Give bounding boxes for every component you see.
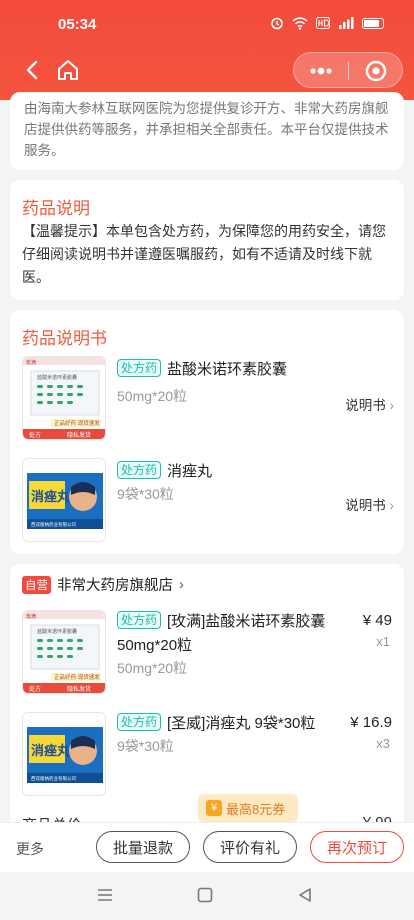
product-image-minocycline: 玫满 盐酸米诺环素胶囊 正品好药 现货速发 处方 隐私发货 <box>22 356 106 440</box>
status-bar: 05:34 <box>0 0 414 50</box>
box-maker: 西双版纳药业有限公司 <box>31 775 76 782</box>
manual-item-name-text: 盐酸米诺环素胶囊 <box>167 361 288 378</box>
order-item-price: ¥ 16.9 <box>350 714 392 731</box>
order-item-qty: x3 <box>376 736 390 751</box>
reorder-button[interactable]: 再次预订 <box>310 831 404 863</box>
manual-item[interactable]: 消痤丸 西双版纳药业有限公司 处方药 消痤丸 9袋*30粒 说明书 › <box>10 458 404 546</box>
bulk-refund-button[interactable]: 批量退款 <box>96 831 190 863</box>
miniprogram-capsule <box>293 52 403 88</box>
product-image-xiaocuowan: 消痤丸 西双版纳药业有限公司 <box>22 458 106 542</box>
alarm-icon <box>271 17 283 30</box>
coupon-label: 最高8元券 <box>226 801 286 817</box>
home-icon <box>58 60 78 80</box>
order-item-spec: 50mg*20粒 <box>117 660 188 676</box>
manual-item-name: 处方药 消痤丸 <box>117 460 212 481</box>
store-name: 非常大药房旗舰店 <box>57 578 173 594</box>
bottom-action-bar: 更多 批量退款 评价有礼 再次预订 <box>0 822 414 872</box>
rx-tag: 处方药 <box>117 461 162 479</box>
home-square-icon[interactable] <box>196 886 214 904</box>
order-item-qty: x1 <box>376 634 390 649</box>
capsule-more-button[interactable] <box>294 53 348 89</box>
box-pill-name: 消痤丸 <box>31 743 71 759</box>
box-pill-name: 消痤丸 <box>31 489 71 505</box>
box-brand-text: 玫满 <box>26 359 36 366</box>
order-item-spec: 9袋*30粒 <box>117 738 174 754</box>
drug-notice-card: 药品说明 【温馨提示】本单包含处方药，为保障您的用药安全，请您仔细阅读说明书并谨… <box>10 180 404 300</box>
service-intro-card: 由海南大参林互联网医院为您提供复诊开方、非常大药房旗舰店提供供药等服务，并承担相… <box>10 92 404 170</box>
drug-notice-title: 药品说明 <box>22 199 90 218</box>
self-operated-tag: 自营 <box>22 575 51 594</box>
more-dots-icon <box>310 67 332 75</box>
manual-link[interactable]: 说明书 › <box>345 394 394 414</box>
order-item-price: ¥ 49 <box>362 612 392 629</box>
chevron-left-icon <box>26 60 38 80</box>
menu-icon[interactable] <box>96 886 114 904</box>
product-image-minocycline: 玫满 盐酸米诺环素胶囊 正品好药 现货速发 处方 隐私发货 <box>22 610 106 694</box>
battery-icon <box>362 17 384 29</box>
manual-item-name-text: 消痤丸 <box>167 463 213 480</box>
product-image-xiaocuowan: 消痤丸 西双版纳药业有限公司 <box>22 712 106 796</box>
chevron-right-icon: › <box>389 498 395 513</box>
chevron-right-icon: › <box>179 576 184 593</box>
box-tag-rx: 处方 <box>29 685 41 693</box>
box-product-name: 盐酸米诺环素胶囊 <box>37 374 77 381</box>
box-maker: 西双版纳药业有限公司 <box>31 521 76 528</box>
manual-link[interactable]: 说明书 › <box>345 494 394 514</box>
close-circle-icon <box>365 60 387 82</box>
system-nav-bar <box>0 872 414 920</box>
order-item[interactable]: 消痤丸 西双版纳药业有限公司 处方药 [圣威]消痤丸 9袋*30粒 9袋*30粒 … <box>10 712 404 800</box>
rx-tag: 处方药 <box>117 611 162 629</box>
manual-item-spec: 9袋*30粒 <box>117 486 174 502</box>
service-intro-text: 由海南大参林互联网医院为您提供复诊开方、非常大药房旗舰店提供供药等服务，并承担相… <box>24 101 389 158</box>
nav-bar <box>0 50 414 92</box>
status-time: 05:34 <box>58 16 97 33</box>
manual-link-label: 说明书 <box>345 398 386 413</box>
coupon-badge[interactable]: ¥ 最高8元券 <box>198 794 298 822</box>
wifi-icon <box>292 16 308 30</box>
order-item-name-text: [圣威]消痤丸 9袋*30粒 <box>167 715 316 732</box>
yen-coupon-icon: ¥ <box>206 800 222 816</box>
status-icons <box>270 16 384 30</box>
signal-icon <box>339 17 354 29</box>
more-button[interactable]: 更多 <box>16 839 44 859</box>
box-tag-privacy: 隐私发货 <box>67 685 91 693</box>
review-button[interactable]: 评价有礼 <box>203 831 297 863</box>
box-slogan: 正品好药 现货速发 <box>54 419 100 427</box>
back-triangle-icon[interactable] <box>296 886 314 904</box>
box-product-name: 盐酸米诺环素胶囊 <box>37 628 77 635</box>
box-tag-privacy: 隐私发货 <box>67 431 91 439</box>
drug-manual-title: 药品说明书 <box>22 329 107 348</box>
manual-item[interactable]: 玫满 盐酸米诺环素胶囊 正品好药 现货速发 处方 隐私发货 处方药 盐酸米诺环素胶… <box>10 356 404 444</box>
drug-manual-card: 药品说明书 玫满 盐酸米诺环素胶囊 正品好药 现货速发 处方 隐私发货 处方药 … <box>10 310 404 554</box>
manual-item-name: 处方药 盐酸米诺环素胶囊 <box>117 358 287 379</box>
hd-icon <box>316 17 330 29</box>
rx-tag: 处方药 <box>117 359 162 377</box>
box-brand-text: 玫满 <box>26 613 36 620</box>
back-button[interactable] <box>20 56 46 84</box>
box-slogan: 正品好药 现货速发 <box>54 673 100 681</box>
home-button[interactable] <box>55 56 81 84</box>
order-item[interactable]: 玫满 盐酸米诺环素胶囊 正品好药 现货速发 处方 隐私发货 处方药 [玫满]盐酸米… <box>10 610 404 698</box>
chevron-right-icon: › <box>389 398 395 413</box>
rx-tag: 处方药 <box>117 713 162 731</box>
box-tag-rx: 处方 <box>29 431 41 439</box>
capsule-close-button[interactable] <box>349 53 404 89</box>
manual-item-spec: 50mg*20粒 <box>117 388 188 404</box>
order-item-name: 处方药 [玫满]盐酸米诺环素胶囊 50mg*20粒 <box>117 610 347 658</box>
drug-notice-text: 【温馨提示】本单包含处方药，为保障您的用药安全，请您仔细阅读说明书并谨遵医嘱服药… <box>22 223 386 285</box>
store-header[interactable]: 自营 非常大药房旗舰店 › <box>22 574 184 595</box>
manual-link-label: 说明书 <box>345 498 386 513</box>
order-item-name: 处方药 [圣威]消痤丸 9袋*30粒 <box>117 712 347 736</box>
